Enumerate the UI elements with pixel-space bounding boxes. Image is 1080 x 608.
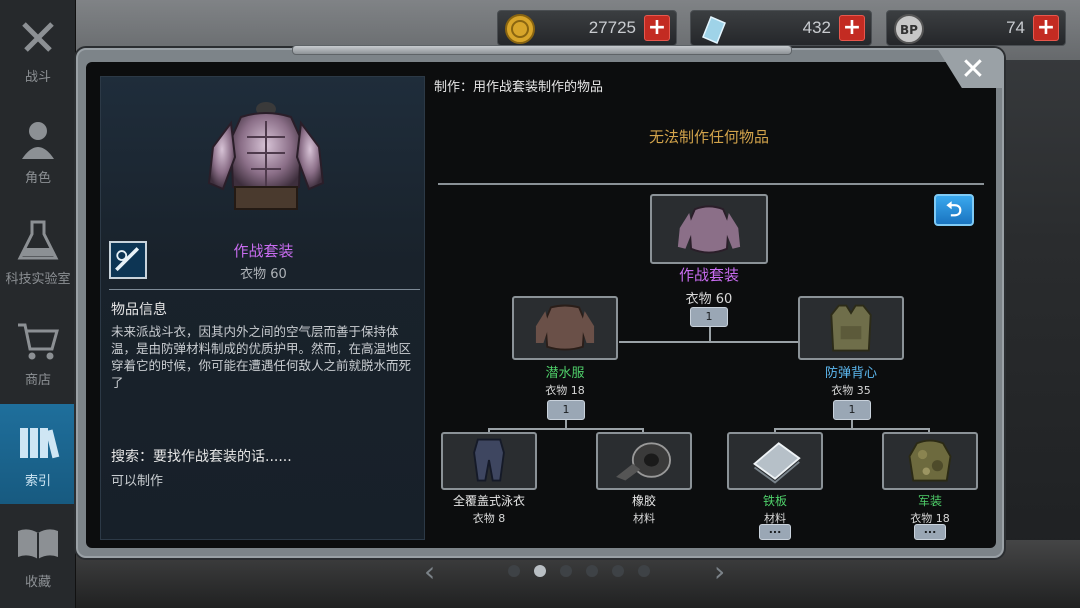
sidebar-item-label: 收藏 xyxy=(24,574,51,590)
crystal-counter: 432 + xyxy=(690,10,872,46)
page-dot[interactable] xyxy=(586,565,598,577)
tree-node-full-swimsuit[interactable] xyxy=(441,432,537,490)
tree-wetsuit-sub: 衣物 18 xyxy=(545,384,585,397)
tree-connector xyxy=(709,326,711,342)
item-type: 衣物 60 xyxy=(240,267,287,282)
books-icon xyxy=(20,427,60,458)
bp-value: 74 xyxy=(1006,18,1025,37)
tree-node-military-uniform[interactable] xyxy=(882,432,978,490)
tree-leaf-name: 铁板 xyxy=(762,494,787,508)
tree-wetsuit-qty: 1 xyxy=(547,400,585,420)
page-dot[interactable] xyxy=(560,565,572,577)
no-craft-message: 无法制作任何物品 xyxy=(648,128,769,146)
swimsuit-icon xyxy=(473,438,505,482)
military-uniform-icon xyxy=(908,439,952,482)
page-dot[interactable] xyxy=(508,565,520,577)
combat-suit-image xyxy=(207,102,325,210)
dialog-body: 作战套装 衣物 60 物品信息 未来派战斗衣，因其内外之间的空气层而善于保持体温… xyxy=(86,62,996,548)
bp-counter: BP 74 + xyxy=(886,10,1066,46)
dialog-top-handle xyxy=(292,45,792,55)
bp-badge-icon: BP xyxy=(894,14,924,44)
flask-icon xyxy=(17,220,59,259)
tree-leaf-name: 橡胶 xyxy=(631,494,656,508)
item-info-title: 物品信息 xyxy=(111,302,167,318)
tree-connector xyxy=(619,341,801,343)
tree-wetsuit-name: 潜水服 xyxy=(545,366,585,381)
craft-header: 制作：用作战套装制作的物品 xyxy=(434,80,604,95)
prev-page-button[interactable]: ‹ xyxy=(424,555,435,588)
add-coins-button[interactable]: + xyxy=(644,15,670,41)
page-dot[interactable] xyxy=(612,565,624,577)
tree-root-sub: 衣物 60 xyxy=(685,292,733,307)
tree-vest-name: 防弹背心 xyxy=(824,366,877,381)
tree-leaf-name: 军装 xyxy=(917,494,942,508)
add-bp-button[interactable]: + xyxy=(1033,15,1059,41)
crystal-icon xyxy=(702,16,726,44)
next-page-button[interactable]: › xyxy=(714,555,725,588)
tree-connector xyxy=(774,428,930,430)
sidebar-item-collection[interactable]: 收藏 xyxy=(0,505,76,605)
tree-root-qty: 1 xyxy=(690,307,728,327)
tree-node-root[interactable] xyxy=(650,194,768,264)
tree-node-bulletproof-vest[interactable] xyxy=(798,296,904,360)
character-icon xyxy=(22,121,54,159)
item-info-panel: 作战套装 衣物 60 物品信息 未来派战斗衣，因其内外之间的空气层而善于保持体温… xyxy=(100,76,425,540)
sidebar-item-label: 索引 xyxy=(24,473,51,489)
svg-text:BP: BP xyxy=(900,23,918,37)
page-dot[interactable] xyxy=(638,565,650,577)
combat-suit-icon xyxy=(677,205,741,254)
item-name: 作战套装 xyxy=(233,242,294,260)
tree-node-iron-plate[interactable] xyxy=(727,432,823,490)
vest-icon xyxy=(830,304,872,352)
open-book-icon xyxy=(18,528,58,559)
page-dot-active[interactable] xyxy=(534,565,546,577)
search-title: 搜索：要找作战套装的话...... xyxy=(111,449,292,465)
tree-leaf-sub: 衣物 8 xyxy=(472,512,506,525)
back-button[interactable]: ⮌ xyxy=(934,194,974,226)
page-indicator: ‹ › xyxy=(424,555,734,588)
search-status: 可以制作 xyxy=(111,474,164,489)
cart-icon xyxy=(18,323,59,359)
coin-counter: 27725 + xyxy=(497,10,677,46)
tree-connector xyxy=(488,428,644,430)
rubber-roll-icon xyxy=(616,442,671,481)
sidebar-item-tech-lab[interactable]: 科技实验室 xyxy=(0,202,76,302)
sidebar-item-index[interactable]: 索引 xyxy=(0,404,76,504)
sidebar-item-label: 战斗 xyxy=(24,69,51,85)
tree-leaf-name: 全覆盖式泳衣 xyxy=(452,494,525,508)
sidebar: 战斗 角色 科技实验室 商店 索引 收藏 xyxy=(0,0,76,608)
more-button[interactable]: ... xyxy=(914,524,946,540)
coin-icon xyxy=(505,14,535,44)
crystal-value: 432 xyxy=(802,18,831,37)
coin-value: 27725 xyxy=(588,18,636,37)
sidebar-item-shop[interactable]: 商店 xyxy=(0,303,76,403)
wetsuit-icon xyxy=(535,304,595,351)
game-screen: 战斗 角色 科技实验室 商店 索引 收藏 27725 + 432 + BP 74… xyxy=(0,0,1080,608)
tree-vest-sub: 衣物 35 xyxy=(831,384,871,397)
tree-divider xyxy=(438,183,984,185)
tree-vest-qty: 1 xyxy=(833,400,871,420)
add-crystals-button[interactable]: + xyxy=(839,15,865,41)
crossed-swords-icon xyxy=(22,21,54,52)
tree-node-wetsuit[interactable] xyxy=(512,296,618,360)
info-divider xyxy=(109,289,420,290)
sidebar-item-label: 角色 xyxy=(24,170,51,186)
item-detail-dialog: 作战套装 衣物 60 物品信息 未来派战斗衣，因其内外之间的空气层而善于保持体温… xyxy=(76,45,1004,558)
sidebar-item-label: 商店 xyxy=(24,372,51,388)
tree-leaf-sub: 材料 xyxy=(633,512,655,525)
more-button[interactable]: ... xyxy=(759,524,791,540)
iron-plate-icon xyxy=(753,442,801,484)
sidebar-item-character[interactable]: 角色 xyxy=(0,101,76,201)
tree-node-rubber[interactable] xyxy=(596,432,692,490)
item-description: 未来派战斗衣，因其内外之间的空气层而善于保持体温，是由防弹材料制成的优质护甲。然… xyxy=(111,324,412,390)
close-button[interactable]: ✕ xyxy=(958,55,988,86)
sidebar-item-battle[interactable]: 战斗 xyxy=(0,0,76,100)
tree-root-name: 作战套装 xyxy=(678,266,739,284)
sidebar-item-label: 科技实验室 xyxy=(5,271,71,287)
